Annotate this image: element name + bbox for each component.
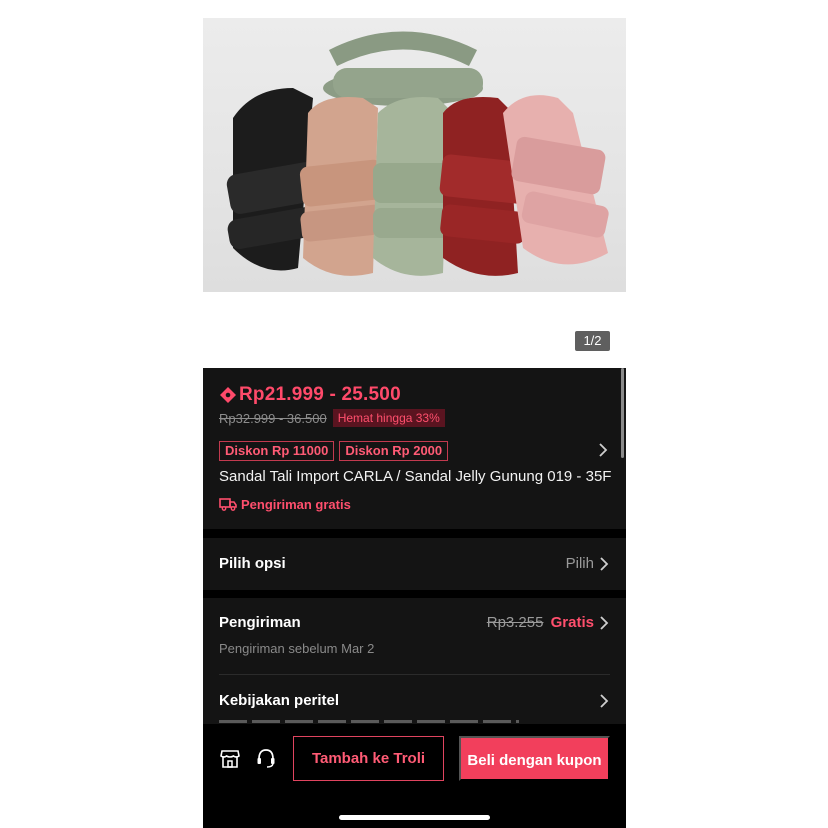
truck-icon <box>219 498 237 511</box>
discount-badge: Hemat hingga 33% <box>332 409 445 427</box>
product-title: Sandal Tali Import CARLA / Sandal Jelly … <box>219 468 612 485</box>
chevron-right-icon[interactable] <box>598 616 610 630</box>
add-to-cart-button[interactable]: Tambah ke Troli <box>293 736 444 781</box>
chevron-right-icon[interactable] <box>596 443 610 457</box>
coupon-11000[interactable]: Diskon Rp 11000 <box>219 441 335 461</box>
shipping-label: Pengiriman <box>219 614 301 631</box>
original-price-row: Rp32.999 - 36.500 Hemat hingga 33% <box>219 408 445 428</box>
store-icon[interactable] <box>220 747 240 769</box>
home-indicator[interactable] <box>339 815 490 820</box>
price-row: Rp21.999 - 25.500 <box>219 384 401 406</box>
options-value[interactable]: Pilih <box>566 555 594 572</box>
phone-screen: 1/2 Rp21.999 - 25.500 Rp32.999 - 36.500 … <box>203 0 626 828</box>
scrollbar[interactable] <box>621 368 624 458</box>
product-image-area[interactable]: 1/2 <box>203 0 626 368</box>
shipping-eta: Pengiriman sebelum Mar 2 <box>219 641 375 656</box>
image-counter: 1/2 <box>575 331 610 351</box>
shipping-free-price: Gratis <box>550 614 594 631</box>
product-photo[interactable] <box>203 18 626 292</box>
divider <box>219 674 610 675</box>
buy-with-coupon-button[interactable]: Beli dengan kupon <box>459 736 610 781</box>
original-price: Rp32.999 - 36.500 <box>219 410 327 426</box>
coupon-row[interactable]: Diskon Rp 11000 Diskon Rp 2000 <box>219 440 453 462</box>
price-range: Rp21.999 - 25.500 <box>239 384 401 405</box>
chevron-right-icon[interactable] <box>598 557 610 571</box>
shipping-price[interactable]: Rp3.255 Gratis <box>487 614 594 631</box>
coupon-2000[interactable]: Diskon Rp 2000 <box>339 441 449 461</box>
sandals-illustration <box>226 31 609 276</box>
policy-label[interactable]: Kebijakan peritel <box>219 692 339 709</box>
free-shipping-text: Pengiriman gratis <box>241 496 351 512</box>
shipping-old-price: Rp3.255 <box>486 614 544 631</box>
options-label: Pilih opsi <box>219 555 286 572</box>
free-shipping-label: Pengiriman gratis <box>219 495 351 513</box>
headset-icon[interactable] <box>256 747 276 769</box>
chevron-right-icon[interactable] <box>598 694 610 708</box>
price-tag-icon <box>220 387 236 403</box>
